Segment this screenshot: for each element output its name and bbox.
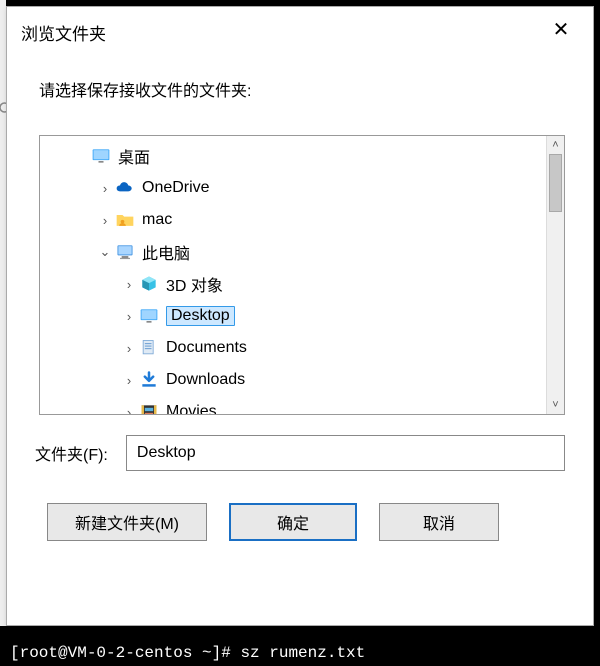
chevron-right-icon[interactable]: › — [96, 181, 114, 196]
chevron-right-icon[interactable]: › — [120, 405, 138, 416]
tree-item-label: Documents — [166, 339, 247, 357]
objects3d-icon — [138, 273, 160, 295]
tree-item[interactable]: › mac — [40, 204, 564, 236]
tree-item[interactable]: › OneDrive — [40, 172, 564, 204]
chevron-down-icon[interactable]: ⌄ — [96, 244, 114, 260]
cancel-button[interactable]: 取消 — [379, 503, 499, 541]
scroll-up-arrow[interactable]: ˄ — [547, 136, 564, 154]
terminal-line: [root@VM-0-2-centos ~]# sz rumenz.txt — [10, 644, 365, 662]
dialog-button-row: 新建文件夹(M) 确定 取消 — [47, 503, 565, 541]
tree-item-label: mac — [142, 211, 172, 229]
terminal-output: [root@VM-0-2-centos ~]# sz rumenz.txt — [0, 626, 600, 666]
close-button[interactable]: ✕ — [543, 18, 579, 46]
tree-item-label: 此电脑 — [142, 240, 190, 264]
tree-item-label: Desktop — [166, 306, 235, 326]
chevron-right-icon[interactable]: › — [120, 277, 138, 292]
folder-field-label: 文件夹(F): — [35, 441, 108, 465]
folder-tree: 桌面 › OneDrive › mac ⌄ 此电脑 › 3D 对象 › Desktop › Docume… — [39, 135, 565, 415]
folder-name-input[interactable] — [126, 435, 565, 471]
chevron-right-icon[interactable]: › — [120, 309, 138, 324]
movies-icon — [138, 401, 160, 415]
tree-scrollbar[interactable]: ˄ ˅ — [546, 136, 564, 414]
desktop-icon — [90, 145, 112, 167]
chevron-right-icon[interactable]: › — [120, 373, 138, 388]
userfolder-icon — [114, 209, 136, 231]
documents-icon — [138, 337, 160, 359]
tree-item[interactable]: ⌄ 此电脑 — [40, 236, 564, 268]
tree-item-label: 桌面 — [118, 144, 150, 168]
tree-item[interactable]: › Desktop — [40, 300, 564, 332]
tree-item-label: OneDrive — [142, 179, 210, 197]
onedrive-icon — [114, 177, 136, 199]
tree-item[interactable]: › Documents — [40, 332, 564, 364]
dialog-title: 浏览文件夹 — [21, 20, 106, 45]
tree-item[interactable]: › 3D 对象 — [40, 268, 564, 300]
new-folder-button[interactable]: 新建文件夹(M) — [47, 503, 207, 541]
scroll-thumb[interactable] — [549, 154, 562, 212]
tree-item[interactable]: › Downloads — [40, 364, 564, 396]
tree-item-label: 3D 对象 — [166, 272, 223, 296]
tree-item-label: Movies — [166, 403, 217, 415]
chevron-right-icon[interactable]: › — [120, 341, 138, 356]
scroll-down-arrow[interactable]: ˅ — [547, 396, 564, 414]
tree-item[interactable]: 桌面 — [40, 140, 564, 172]
tree-item[interactable]: › Movies — [40, 396, 564, 415]
ok-button[interactable]: 确定 — [229, 503, 357, 541]
prompt-text: 请选择保存接收文件的文件夹: — [7, 51, 593, 117]
downloads-icon — [138, 369, 160, 391]
tree-item-label: Downloads — [166, 371, 245, 389]
chevron-right-icon[interactable]: › — [96, 213, 114, 228]
thispc-icon — [114, 241, 136, 263]
folder-field-row: 文件夹(F): — [35, 435, 565, 471]
browse-folder-dialog: 浏览文件夹 ✕ 请选择保存接收文件的文件夹: 桌面 › OneDrive › mac ⌄ 此… — [6, 6, 594, 626]
titlebar: 浏览文件夹 ✕ — [7, 7, 593, 51]
desktop-icon — [138, 305, 160, 327]
